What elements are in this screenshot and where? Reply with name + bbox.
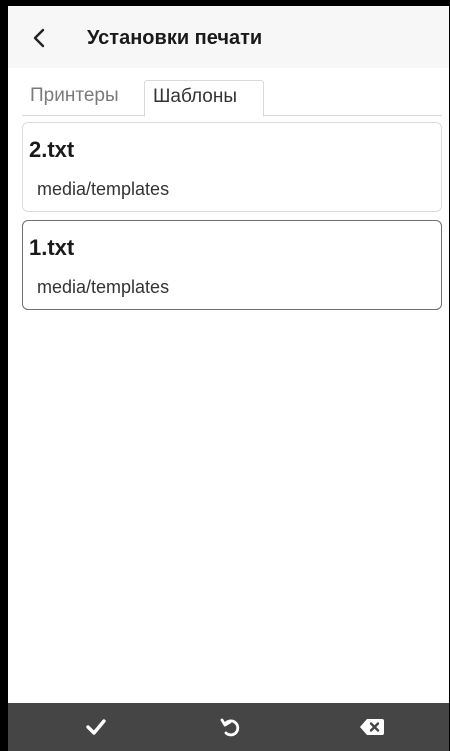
template-path: media/templates bbox=[37, 179, 170, 199]
page-title: Установки печати bbox=[87, 27, 263, 49]
back-button[interactable] bbox=[32, 20, 72, 56]
backspace-icon bbox=[360, 719, 384, 735]
template-item[interactable]: 2.txt media/templates bbox=[22, 122, 442, 212]
app-screen: Установки печати Принтеры Шаблоны 2.txt … bbox=[8, 6, 449, 751]
confirm-button[interactable] bbox=[66, 703, 126, 751]
chevron-left-icon bbox=[33, 28, 45, 48]
tab-bar: Принтеры Шаблоны bbox=[22, 80, 442, 117]
undo-button[interactable] bbox=[200, 703, 260, 751]
tab-printers[interactable]: Принтеры bbox=[22, 80, 144, 116]
bottom-toolbar bbox=[8, 703, 449, 751]
template-path: media/templates bbox=[37, 277, 170, 297]
undo-icon bbox=[220, 718, 240, 737]
check-icon bbox=[86, 719, 106, 735]
template-item[interactable]: 1.txt media/templates bbox=[22, 220, 442, 310]
header: Установки печати bbox=[8, 6, 449, 68]
template-name: 2.txt bbox=[29, 137, 75, 162]
template-name: 1.txt bbox=[29, 235, 75, 260]
delete-button[interactable] bbox=[342, 703, 402, 751]
tab-templates[interactable]: Шаблоны bbox=[144, 80, 264, 117]
